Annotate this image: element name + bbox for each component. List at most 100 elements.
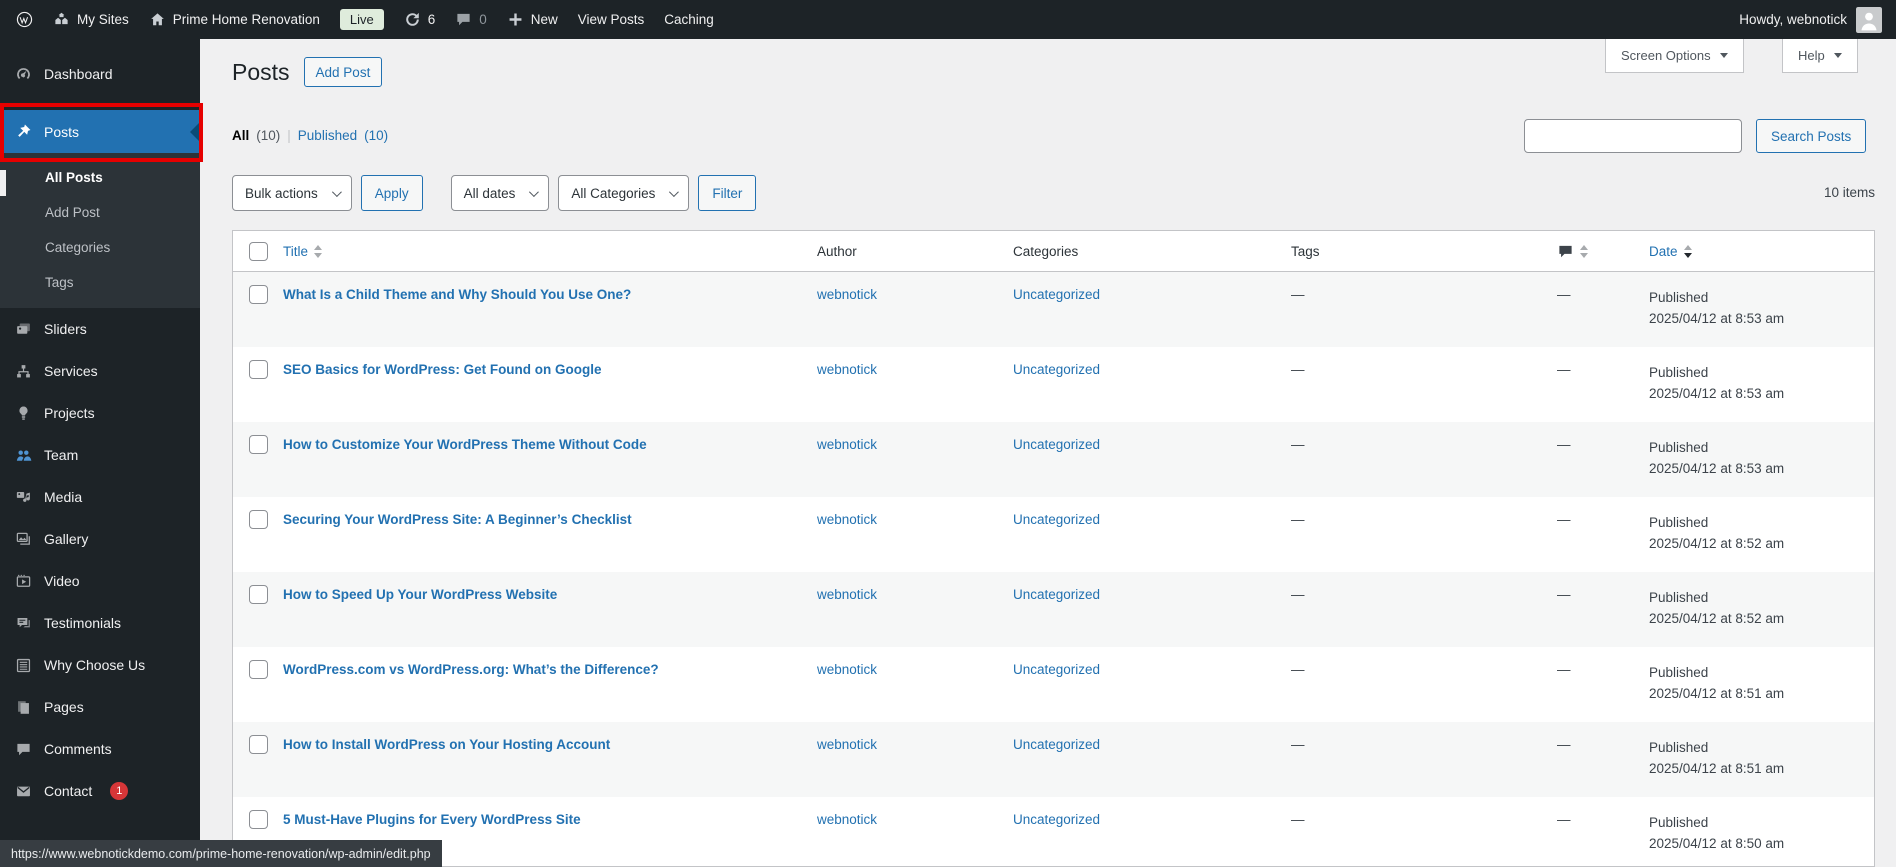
sidebar-item-testimonials[interactable]: Testimonials [0, 602, 200, 644]
sidebar-item-label: Projects [44, 405, 95, 421]
row-checkbox[interactable] [248, 810, 268, 829]
account-menu[interactable]: Howdy, webnotick [1739, 6, 1882, 33]
sidebar-item-gallery[interactable]: Gallery [0, 518, 200, 560]
author-link[interactable]: webnotick [817, 737, 877, 752]
sort-by-date[interactable]: Date [1649, 244, 1692, 259]
envelope-icon [13, 781, 33, 801]
row-checkbox[interactable] [248, 285, 268, 304]
updates-menu[interactable]: 6 [394, 0, 446, 39]
add-post-button[interactable]: Add Post [303, 57, 383, 87]
submenu-item-all-posts[interactable]: All Posts [0, 160, 200, 195]
sidebar-item-label: Pages [44, 699, 84, 715]
sidebar-item-label: Sliders [44, 321, 87, 337]
sidebar-item-label: Gallery [44, 531, 89, 547]
site-name: Prime Home Renovation [172, 12, 320, 27]
sidebar-item-why-choose-us[interactable]: Why Choose Us [0, 644, 200, 686]
post-title-link[interactable]: What Is a Child Theme and Why Should You… [283, 287, 631, 302]
all-dates-select[interactable]: All dates [450, 175, 550, 211]
row-checkbox[interactable] [248, 510, 268, 529]
comments-menu[interactable]: 0 [445, 0, 497, 39]
site-menu[interactable]: Prime Home Renovation [139, 0, 330, 39]
help-tab[interactable]: Help [1782, 39, 1858, 73]
sidebar-item-comments[interactable]: Comments [0, 728, 200, 770]
sidebar-item-media[interactable]: Media [0, 476, 200, 518]
sidebar-item-video[interactable]: Video [0, 560, 200, 602]
view-published-link[interactable]: Published [298, 128, 357, 143]
category-link[interactable]: Uncategorized [1013, 587, 1100, 602]
row-checkbox[interactable] [248, 660, 268, 679]
post-date: 2025/04/12 at 8:53 am [1649, 386, 1785, 401]
sidebar-item-team[interactable]: Team [0, 434, 200, 476]
sort-by-comments[interactable] [1557, 243, 1588, 260]
table-row: 5 Must-Have Plugins for Every WordPress … [233, 797, 1874, 866]
sidebar-item-dashboard[interactable]: Dashboard [0, 53, 200, 95]
sidebar-item-contact[interactable]: Contact 1 [0, 770, 200, 812]
apply-button[interactable]: Apply [360, 175, 423, 211]
row-checkbox[interactable] [248, 585, 268, 604]
category-link[interactable]: Uncategorized [1013, 737, 1100, 752]
new-menu[interactable]: New [497, 0, 568, 39]
bulk-actions-select[interactable]: Bulk actions [232, 175, 352, 211]
sidebar-item-services[interactable]: Services [0, 350, 200, 392]
wordpress-menu[interactable] [6, 0, 43, 39]
status-bar-url: https://www.webnotickdemo.com/prime-home… [0, 840, 442, 867]
screen-options-tab[interactable]: Screen Options [1605, 39, 1744, 73]
post-title-link[interactable]: WordPress.com vs WordPress.org: What’s t… [283, 662, 659, 677]
row-checkbox[interactable] [248, 735, 268, 754]
post-status: Published [1649, 590, 1709, 605]
date-cell: Published 2025/04/12 at 8:51 am [1649, 647, 1874, 722]
posts-submenu: All Posts Add Post Categories Tags [0, 153, 200, 308]
sidebar-item-posts[interactable]: Posts [0, 110, 200, 153]
live-badge[interactable]: Live [330, 0, 394, 39]
category-link[interactable]: Uncategorized [1013, 437, 1100, 452]
author-link[interactable]: webnotick [817, 437, 877, 452]
comments-value: — [1557, 587, 1571, 602]
author-link[interactable]: webnotick [817, 362, 877, 377]
comments-value: — [1557, 512, 1571, 527]
post-title-link[interactable]: How to Speed Up Your WordPress Website [283, 587, 557, 602]
category-link[interactable]: Uncategorized [1013, 512, 1100, 527]
category-link[interactable]: Uncategorized [1013, 662, 1100, 677]
contact-count-badge: 1 [110, 782, 129, 800]
search-input[interactable] [1524, 119, 1742, 153]
post-title-link[interactable]: Securing Your WordPress Site: A Beginner… [283, 512, 632, 527]
submenu-item-tags[interactable]: Tags [0, 265, 200, 300]
view-posts-link[interactable]: View Posts [568, 0, 655, 39]
submenu-item-categories[interactable]: Categories [0, 230, 200, 265]
chevron-down-icon [669, 186, 680, 197]
comments-value: — [1557, 287, 1571, 302]
search-posts-button[interactable]: Search Posts [1756, 119, 1867, 153]
post-title-link[interactable]: How to Install WordPress on Your Hosting… [283, 737, 610, 752]
author-link[interactable]: webnotick [817, 812, 877, 827]
my-sites-menu[interactable]: My Sites [43, 0, 139, 39]
sidebar-item-pages[interactable]: Pages [0, 686, 200, 728]
post-date: 2025/04/12 at 8:53 am [1649, 311, 1785, 326]
sort-by-title[interactable]: Title [283, 244, 323, 259]
view-all-link[interactable]: All [232, 128, 249, 143]
filter-button[interactable]: Filter [698, 175, 757, 211]
post-title-link[interactable]: How to Customize Your WordPress Theme Wi… [283, 437, 647, 452]
sidebar-item-sliders[interactable]: Sliders [0, 308, 200, 350]
comment-bubble-icon [455, 11, 472, 28]
caching-menu[interactable]: Caching [654, 0, 724, 39]
current-submenu-marker [0, 170, 6, 196]
team-icon [13, 445, 33, 465]
post-title-link[interactable]: SEO Basics for WordPress: Get Found on G… [283, 362, 602, 377]
author-link[interactable]: webnotick [817, 512, 877, 527]
all-categories-select[interactable]: All Categories [558, 175, 690, 211]
category-link[interactable]: Uncategorized [1013, 287, 1100, 302]
sidebar-item-projects[interactable]: Projects [0, 392, 200, 434]
author-link[interactable]: webnotick [817, 587, 877, 602]
submenu-item-add-post[interactable]: Add Post [0, 195, 200, 230]
category-link[interactable]: Uncategorized [1013, 812, 1100, 827]
selected-menu-arrow [190, 121, 200, 142]
author-link[interactable]: webnotick [817, 662, 877, 677]
page-title: Posts [232, 58, 290, 85]
comments-value: — [1557, 362, 1571, 377]
author-link[interactable]: webnotick [817, 287, 877, 302]
post-title-link[interactable]: 5 Must-Have Plugins for Every WordPress … [283, 812, 581, 827]
row-checkbox[interactable] [248, 360, 268, 379]
category-link[interactable]: Uncategorized [1013, 362, 1100, 377]
select-all-checkbox[interactable] [248, 241, 268, 261]
row-checkbox[interactable] [248, 435, 268, 454]
